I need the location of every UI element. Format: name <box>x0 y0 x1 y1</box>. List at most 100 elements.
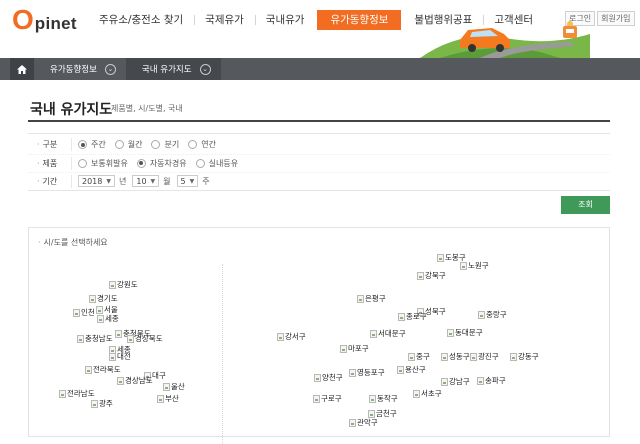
map-marker-province[interactable]: 경상남도 <box>117 376 153 386</box>
map-marker-province[interactable]: 인천 <box>73 308 95 318</box>
map-marker-district[interactable]: 마포구 <box>340 344 369 354</box>
week-value: 5 <box>180 176 186 186</box>
opinet-logo[interactable]: Opinet <box>12 4 77 36</box>
marker-label: 광주 <box>99 399 113 408</box>
map-marker-province[interactable]: 부산 <box>157 394 179 404</box>
map-marker-district[interactable]: 송파구 <box>477 376 506 386</box>
broken-image-icon <box>91 400 98 408</box>
breadcrumb-oil-trend[interactable]: 유가동향정보 ⌄ <box>34 58 126 80</box>
map-marker-district[interactable]: 은평구 <box>357 294 386 304</box>
broken-image-icon <box>277 333 284 341</box>
product-kerosene-radio[interactable]: 실내등유 <box>195 158 239 169</box>
map-marker-district[interactable]: 성동구 <box>441 352 470 362</box>
map-marker-province[interactable]: 경상북도 <box>127 334 163 344</box>
map-marker-province[interactable]: 세종 <box>97 314 119 324</box>
chevron-down-icon[interactable]: ⌄ <box>199 63 211 75</box>
map-marker-district[interactable]: 용산구 <box>397 365 426 375</box>
map-marker-district[interactable]: 광진구 <box>470 352 499 362</box>
marker-label: 중구 <box>416 352 430 361</box>
period-monthly-radio[interactable]: 월간 <box>114 139 142 150</box>
marker-label: 강서구 <box>285 332 306 341</box>
map-marker-district[interactable]: 중구 <box>408 352 430 362</box>
map-marker-province[interactable]: 경기도 <box>89 294 118 304</box>
broken-image-icon <box>441 353 448 361</box>
map-divider <box>222 264 223 444</box>
marker-label: 충청남도 <box>85 334 113 343</box>
nav-station-search[interactable]: 주유소/충전소 찾기 <box>88 11 194 29</box>
map-marker-district[interactable]: 동작구 <box>369 394 398 404</box>
broken-image-icon <box>398 313 405 321</box>
radio-icon <box>195 158 205 168</box>
month-select[interactable]: 10 ▼ <box>132 175 160 187</box>
broken-image-icon <box>313 395 320 403</box>
marker-label: 은평구 <box>365 294 386 303</box>
map-marker-district[interactable]: 강북구 <box>417 271 446 281</box>
oil-price-map: 시/도를 선택하세요 강원도 경기도 서울 인천 세종 충청남도 충청북도 경상… <box>28 227 610 444</box>
chevron-down-icon[interactable]: ⌄ <box>104 63 116 75</box>
year-select[interactable]: 2018 ▼ <box>78 175 115 187</box>
marker-label: 노원구 <box>468 261 489 270</box>
product-gasoline-radio[interactable]: 보통휘발유 <box>78 158 128 169</box>
divider <box>71 138 72 151</box>
breadcrumb-label: 유가동향정보 <box>50 65 97 75</box>
join-button[interactable]: 회원가입 <box>597 11 635 26</box>
map-marker-district[interactable]: 중랑구 <box>478 310 507 320</box>
radio-label: 실내등유 <box>208 158 239 168</box>
marker-label: 서초구 <box>421 389 442 398</box>
map-marker-district[interactable]: 영등포구 <box>349 368 385 378</box>
map-marker-province[interactable]: 광주 <box>91 399 113 409</box>
map-marker-district[interactable]: 동대문구 <box>447 328 483 338</box>
map-marker-province[interactable]: 강원도 <box>109 280 138 290</box>
product-diesel-radio[interactable]: 자동차경유 <box>136 158 187 169</box>
nav-oil-trend[interactable]: 유가동향정보 <box>317 10 402 30</box>
broken-image-icon <box>85 366 92 374</box>
broken-image-icon <box>478 311 485 319</box>
broken-image-icon <box>417 272 424 280</box>
map-marker-district[interactable]: 강서구 <box>277 332 306 342</box>
broken-image-icon <box>437 254 444 262</box>
period-quarterly-radio[interactable]: 분기 <box>151 139 179 150</box>
broken-image-icon <box>340 345 347 353</box>
map-marker-district[interactable]: 서대문구 <box>370 329 406 339</box>
breadcrumb-label: 국내 유가지도 <box>141 65 192 75</box>
dropdown-arrow-icon: ▼ <box>150 177 156 185</box>
map-marker-district[interactable]: 구로구 <box>313 394 342 404</box>
marker-label: 부산 <box>165 394 179 403</box>
home-button[interactable] <box>10 58 34 80</box>
marker-label: 광진구 <box>478 352 499 361</box>
map-marker-district[interactable]: 강남구 <box>441 377 470 387</box>
map-hint: 시/도를 선택하세요 <box>38 237 108 248</box>
map-marker-province[interactable]: 전라남도 <box>59 389 95 399</box>
broken-image-icon <box>117 377 124 385</box>
marker-label: 대구 <box>152 371 166 380</box>
title-divider <box>28 120 610 122</box>
search-button[interactable]: 조회 <box>561 196 610 214</box>
map-marker-province[interactable]: 대전 <box>109 352 131 362</box>
breadcrumb-domestic-map[interactable]: 국내 유가지도 ⌄ <box>125 58 221 80</box>
header-car-illustration <box>420 21 590 58</box>
broken-image-icon <box>349 369 356 377</box>
map-marker-district[interactable]: 강동구 <box>510 352 539 362</box>
week-select[interactable]: 5 ▼ <box>176 175 199 187</box>
dropdown-arrow-icon: ▼ <box>106 177 111 185</box>
period-weekly-radio[interactable]: 주간 <box>78 139 106 150</box>
broken-image-icon <box>441 378 448 386</box>
map-marker-province[interactable]: 전라북도 <box>85 365 121 375</box>
year-unit: 년 <box>118 176 127 186</box>
map-marker-district[interactable]: 양천구 <box>314 373 343 383</box>
nav-international-oil[interactable]: 국제유가 <box>194 11 255 29</box>
map-marker-district[interactable]: 종로구 <box>398 312 427 322</box>
broken-image-icon <box>73 309 80 317</box>
map-marker-province[interactable]: 충청남도 <box>77 334 113 344</box>
map-marker-district[interactable]: 관악구 <box>349 418 378 428</box>
marker-label: 동대문구 <box>455 328 483 337</box>
radio-icon <box>78 158 87 168</box>
marker-label: 영등포구 <box>357 368 385 377</box>
map-marker-district[interactable]: 노원구 <box>460 261 489 271</box>
nav-domestic-oil[interactable]: 국내유가 <box>254 11 316 29</box>
broken-image-icon <box>397 366 404 374</box>
map-marker-district[interactable]: 서초구 <box>413 389 442 399</box>
map-marker-province[interactable]: 울산 <box>163 382 185 392</box>
period-yearly-radio[interactable]: 연간 <box>188 139 216 150</box>
page-title: 국내 유가지도 <box>30 102 113 118</box>
